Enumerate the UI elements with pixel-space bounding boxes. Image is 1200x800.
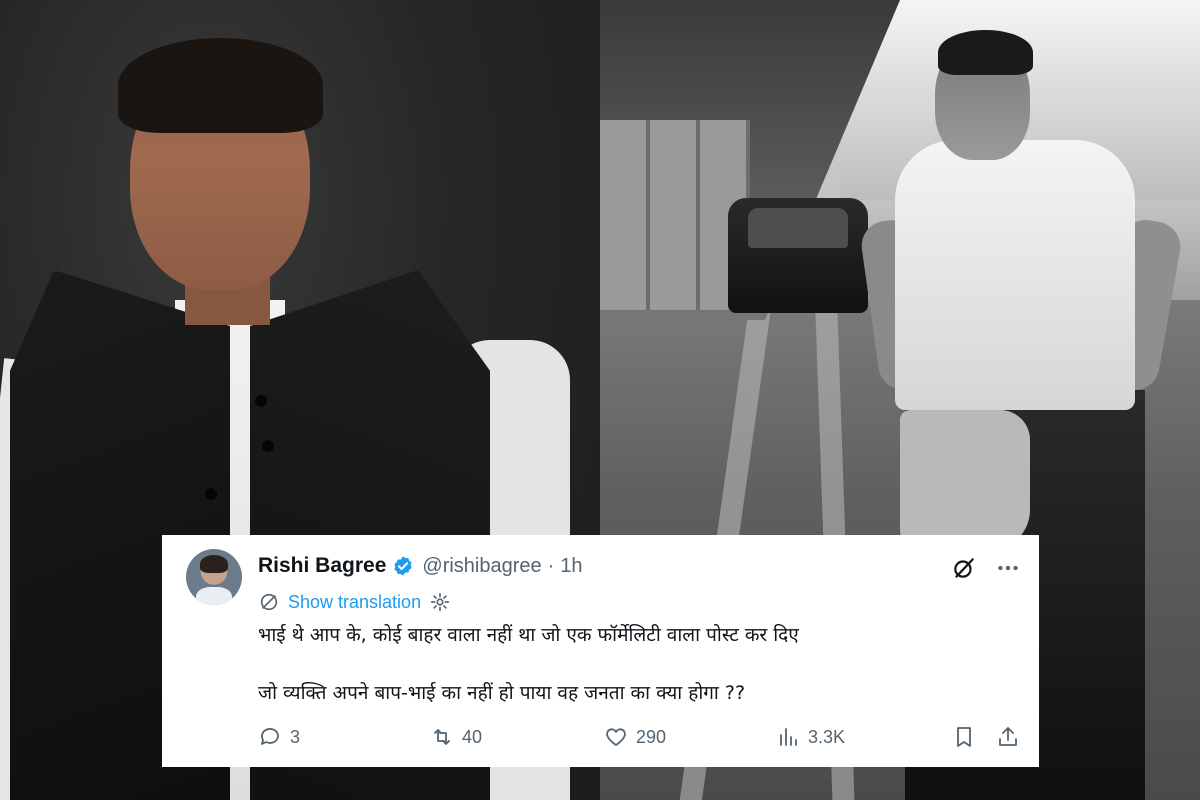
bookmark-button[interactable] xyxy=(952,725,976,749)
tweet-text-line-1: भाई थे आप के, कोई बाहर वाला नहीं था जो ए… xyxy=(258,624,799,646)
more-options-icon[interactable] xyxy=(995,555,1021,581)
tweet-card: Rishi Bagree @rishibagree · 1h Show tran… xyxy=(162,535,1039,767)
translate-globe-icon xyxy=(260,593,278,611)
jacket-button xyxy=(255,395,267,407)
settings-gear-icon[interactable] xyxy=(429,591,451,613)
like-heart-icon xyxy=(606,728,626,746)
repost-icon xyxy=(434,729,450,745)
view-count: 3.3K xyxy=(808,726,846,747)
jacket-button xyxy=(262,440,274,452)
views-button[interactable]: 3.3K xyxy=(776,725,845,749)
repost-count: 40 xyxy=(462,726,483,747)
show-translation-link[interactable]: Show translation xyxy=(288,592,421,613)
like-button[interactable]: 290 xyxy=(604,725,666,749)
reply-button[interactable]: 3 xyxy=(258,725,300,749)
repost-button[interactable]: 40 xyxy=(430,725,482,749)
grok-icon[interactable] xyxy=(951,555,977,581)
show-translation-row: Show translation xyxy=(258,589,451,615)
man-trousers-lining xyxy=(900,410,1030,550)
views-chart-icon xyxy=(780,728,797,746)
author-name[interactable]: Rishi Bagree xyxy=(258,554,386,578)
tweet-action-bar: 3 40 290 3.3K xyxy=(258,725,1028,755)
separator-dot: · xyxy=(547,554,555,577)
share-icon xyxy=(999,727,1017,746)
tweet-text-line-2: जो व्यक्ति अपने बाप-भाई का नहीं हो पाया … xyxy=(258,682,746,704)
reply-icon xyxy=(261,728,279,745)
tweet-header: Rishi Bagree @rishibagree · 1h xyxy=(258,553,583,579)
tweet-timestamp[interactable]: 1h xyxy=(560,555,582,578)
author-handle[interactable]: @rishibagree xyxy=(422,555,541,578)
man-tshirt xyxy=(895,140,1135,410)
bookmark-icon xyxy=(957,727,971,747)
van-windshield xyxy=(748,208,848,248)
man-hair xyxy=(938,30,1033,75)
verified-badge-icon xyxy=(394,556,413,576)
tweet-header-actions xyxy=(951,555,1021,581)
like-count: 290 xyxy=(636,726,667,747)
jacket-button xyxy=(205,488,217,500)
reply-count: 3 xyxy=(290,726,301,747)
black-van xyxy=(728,198,868,313)
avatar[interactable] xyxy=(186,549,242,605)
share-button[interactable] xyxy=(996,725,1020,749)
portrait-hair xyxy=(118,38,323,133)
